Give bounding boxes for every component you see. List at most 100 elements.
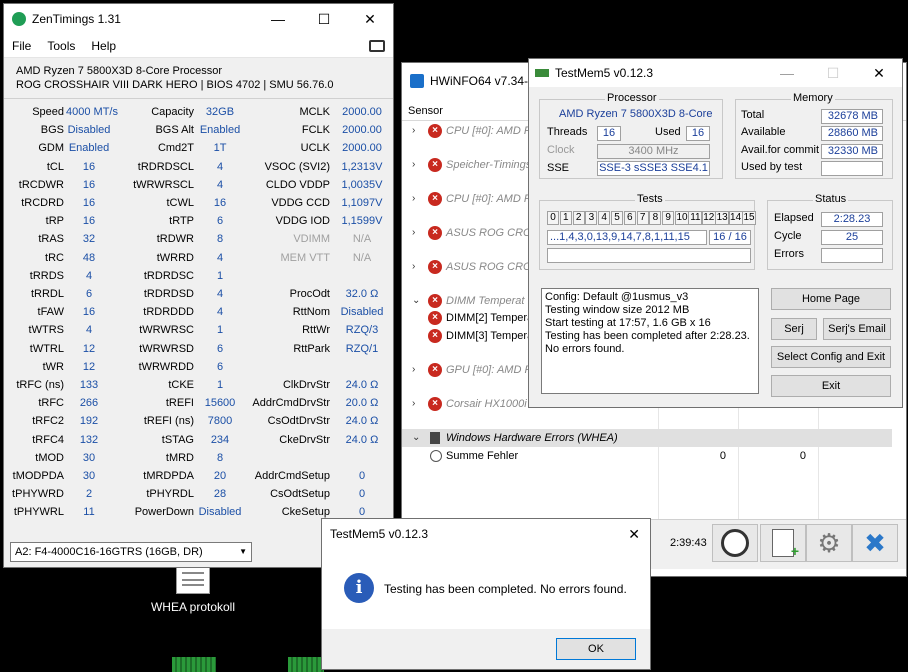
timing-label: Capacity [151, 106, 194, 118]
timing-value: 30 [82, 451, 96, 464]
timings-row: tCL 16 tRDRDSCL 4 VSOC (SVI2) 1,2313V [4, 161, 393, 179]
timing-value: Enabled [68, 142, 110, 155]
menu-tools[interactable]: Tools [47, 39, 75, 53]
screenshot-icon[interactable] [369, 39, 385, 52]
chevron-right-icon[interactable]: › [412, 361, 415, 379]
timing-label: tCKE [168, 379, 194, 391]
elapsed-value: 2:28.23 [821, 212, 883, 227]
timing-value: 16 [82, 306, 96, 319]
timings-row: tRP 16 tRTP 6 VDDG IOD 1,1599V [4, 215, 393, 233]
minimize-icon[interactable]: — [255, 4, 301, 34]
timing-label: BGS Alt [155, 124, 194, 137]
timing-value: Enabled [199, 124, 241, 137]
sse-label: SSE [547, 162, 570, 174]
timing-value: 6 [216, 215, 224, 228]
timing-label: Speed [32, 106, 64, 118]
close-icon[interactable]: ✕ [347, 4, 393, 34]
tests-group-title: Tests [635, 193, 665, 205]
total-value: 32678 MB [821, 109, 883, 124]
menu-file[interactable]: File [12, 39, 31, 53]
test-cell: 8 [649, 211, 662, 225]
zentimings-logo-icon [12, 12, 26, 26]
timing-value: 24.0 Ω [345, 433, 379, 446]
chevron-right-icon[interactable]: › [412, 395, 415, 413]
clock-button[interactable] [712, 524, 758, 562]
timing-value: 20.0 Ω [345, 397, 379, 410]
test-cell: 10 [675, 211, 689, 225]
sensor-name: Corsair HX1000i [446, 398, 527, 410]
dialog-titlebar[interactable]: TestMem5 v0.12.3 ✕ [322, 519, 650, 549]
maximize-icon[interactable]: ☐ [810, 59, 856, 87]
timing-value: 1T [213, 142, 227, 155]
settings-button[interactable]: ⚙ [806, 524, 852, 562]
close-icon[interactable]: ✕ [628, 526, 640, 543]
desktop-ram-icon[interactable] [172, 657, 216, 672]
timing-label: VDDG CCD [271, 197, 330, 209]
whea-group-row[interactable]: ⌄ Windows Hardware Errors (WHEA) [402, 429, 892, 447]
timing-value: 1,1097V [341, 197, 383, 209]
timing-label: tWRWRSD [139, 342, 194, 355]
ok-button[interactable]: OK [556, 638, 636, 660]
timing-label: tREFI [165, 397, 194, 410]
timing-label: tWRRD [156, 251, 194, 264]
timing-value: 48 [82, 251, 96, 264]
serj-button[interactable]: Serj [771, 318, 817, 340]
test-cell: 11 [688, 211, 703, 225]
report-button[interactable]: + [760, 524, 806, 562]
desktop-file-icon[interactable] [176, 566, 210, 594]
timing-label: tRFC (ns) [16, 379, 64, 391]
timing-label: tRDWR [156, 233, 194, 246]
zentimings-titlebar[interactable]: ZenTimings 1.31 — ☐ ✕ [4, 4, 393, 34]
timing-label: Cmd2T [157, 142, 194, 155]
dimm-select[interactable]: A2: F4-4000C16-16GTRS (16GB, DR) ▼ [10, 542, 252, 562]
total-label: Total [741, 109, 765, 121]
timing-value: 2000.00 [342, 142, 382, 155]
timing-value: N/A [352, 251, 372, 264]
info-icon: i [344, 573, 374, 603]
timing-value: 0 [358, 506, 366, 519]
timings-row: tRFC 266 tREFI 15600 AddrCmdDrvStr 20.0 Ω [4, 397, 393, 415]
chevron-down-icon[interactable]: ⌄ [412, 292, 420, 310]
testmem-titlebar[interactable]: TestMem5 v0.12.3 — ☐ ✕ [529, 59, 902, 87]
chevron-right-icon[interactable]: › [412, 224, 415, 242]
commit-value: 32330 MB [821, 144, 883, 159]
dimm-select-value: A2: F4-4000C16-16GTRS (16GB, DR) [15, 546, 203, 558]
timing-value: 6 [216, 342, 224, 355]
timing-value: Disabled [67, 124, 111, 137]
serj-email-button[interactable]: Serj's Email [823, 318, 891, 340]
timing-label: CkeSetup [281, 506, 330, 519]
menu-help[interactable]: Help [91, 39, 116, 53]
test-cell: 5 [611, 211, 623, 225]
timings-row: tRCDWR 16 tWRWRSCL 4 CLDO VDDP 1,0035V [4, 179, 393, 197]
timing-label: tSTAG [161, 433, 194, 446]
timing-value: 2000.00 [342, 106, 382, 118]
timing-value: 4 [216, 178, 224, 191]
minimize-icon[interactable]: — [764, 59, 810, 87]
commit-label: Avail.for commit [741, 144, 820, 156]
whea-item-label: Summe Fehler [446, 450, 519, 462]
chevron-right-icon[interactable]: › [412, 258, 415, 276]
select-config-button[interactable]: Select Config and Exit [771, 346, 891, 368]
maximize-icon[interactable]: ☐ [301, 4, 347, 34]
desktop-ram-icon[interactable] [288, 657, 324, 672]
chevron-right-icon[interactable]: › [412, 156, 415, 174]
timing-label: tWTRS [28, 324, 64, 337]
threads-label: Threads [547, 126, 588, 138]
close-icon[interactable]: ✕ [856, 59, 902, 87]
usedbytest-value [821, 161, 883, 176]
timing-value: 24.0 Ω [345, 379, 379, 391]
timing-label: CsOdtDrvStr [267, 415, 330, 428]
whea-item-row[interactable]: Summe Fehler 0 0 [402, 447, 892, 465]
chevron-right-icon[interactable]: › [412, 122, 415, 140]
log-line: Testing has been completed after 2:28.23… [545, 330, 750, 342]
timing-label: tMRDPDA [143, 470, 194, 482]
timing-label: FCLK [301, 124, 330, 137]
home-page-button[interactable]: Home Page [771, 288, 891, 310]
log-box[interactable]: Config: Default @1usmus_v3 Testing windo… [541, 288, 759, 394]
chevron-right-icon[interactable]: › [412, 190, 415, 208]
timing-value: 16 [82, 160, 96, 173]
test-cell: 0 [547, 211, 559, 225]
exit-button[interactable]: Exit [771, 375, 891, 397]
log-line: Start testing at 17:57, 1.6 GB x 16 [545, 317, 711, 329]
close-button[interactable]: ✖ [852, 524, 898, 562]
